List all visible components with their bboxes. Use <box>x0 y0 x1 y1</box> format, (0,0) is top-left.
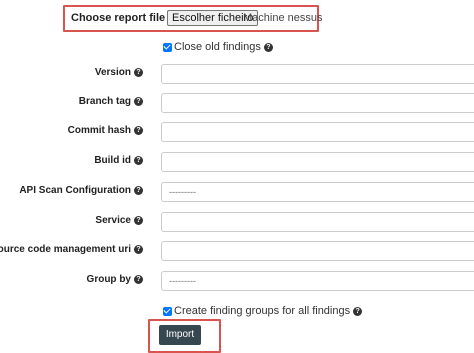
commit-hash-input[interactable] <box>161 122 474 142</box>
close-old-findings-row: Close old findings ? <box>163 41 273 53</box>
group-by-row: Group by? --------- <box>0 271 474 291</box>
version-label: Version? <box>95 67 143 78</box>
service-label: Service? <box>95 215 143 226</box>
group-by-label: Group by? <box>87 274 143 285</box>
create-finding-groups-checkbox[interactable] <box>163 306 172 316</box>
branch-tag-row: Branch tag? <box>0 93 474 113</box>
help-icon[interactable]: ? <box>134 275 143 284</box>
help-icon[interactable]: ? <box>134 186 143 195</box>
create-finding-groups-row: Create finding groups for all findings ? <box>163 305 363 317</box>
choose-report-file-label: Choose report file <box>71 12 166 24</box>
help-icon[interactable]: ? <box>134 68 143 77</box>
help-icon[interactable]: ? <box>353 306 363 316</box>
help-icon[interactable]: ? <box>263 42 273 52</box>
selected-file-name: Machine nessus <box>243 12 323 24</box>
branch-tag-input[interactable] <box>161 93 474 113</box>
branch-tag-label: Branch tag? <box>79 96 143 107</box>
commit-hash-row: Commit hash? <box>0 122 474 142</box>
api-scan-configuration-row: API Scan Configuration? --------- <box>0 182 474 202</box>
group-by-select[interactable]: --------- <box>161 271 474 291</box>
source-code-uri-input[interactable] <box>161 241 474 261</box>
build-id-label: Build id? <box>94 155 143 166</box>
close-old-findings-label: Close old findings <box>174 41 261 53</box>
version-row: Version? <box>0 64 474 84</box>
commit-hash-label: Commit hash? <box>68 125 143 136</box>
help-icon[interactable]: ? <box>134 97 143 106</box>
source-code-uri-label: Source code management uri? <box>0 244 143 255</box>
source-code-uri-row: Source code management uri? <box>0 241 474 261</box>
service-row: Service? <box>0 212 474 232</box>
help-icon[interactable]: ? <box>134 245 143 254</box>
build-id-input[interactable] <box>161 152 474 172</box>
build-id-row: Build id? <box>0 152 474 172</box>
close-old-findings-checkbox[interactable] <box>163 42 172 52</box>
create-finding-groups-label: Create finding groups for all findings <box>174 305 351 317</box>
help-icon[interactable]: ? <box>134 126 143 135</box>
version-input[interactable] <box>161 64 474 84</box>
api-scan-configuration-label: API Scan Configuration? <box>19 185 143 196</box>
import-button[interactable]: Import <box>159 325 201 345</box>
service-input[interactable] <box>161 212 474 232</box>
help-icon[interactable]: ? <box>134 216 143 225</box>
help-icon[interactable]: ? <box>134 156 143 165</box>
api-scan-configuration-select[interactable]: --------- <box>161 182 474 202</box>
